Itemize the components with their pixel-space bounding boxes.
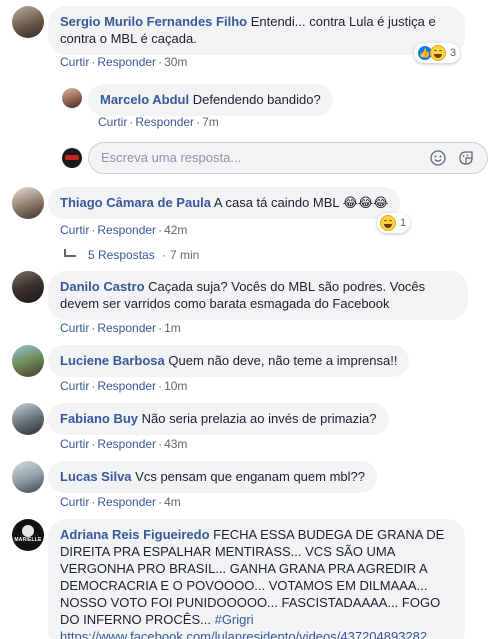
reply-input-box[interactable] <box>88 142 488 174</box>
comment-text: A casa tá caindo MBL <box>213 195 340 210</box>
comment-time[interactable]: 30m <box>164 55 187 69</box>
avatar-text: MARIELLE <box>14 537 42 543</box>
reply-link[interactable]: Responder <box>97 321 156 335</box>
comment-bubble: Adriana Reis Figueiredo FECHA ESSA BUDEG… <box>48 519 465 639</box>
comment-text: Não seria prelazia ao invés de primazia? <box>141 411 377 426</box>
comment-time[interactable]: 7m <box>202 115 219 129</box>
haha-reaction-icon <box>430 45 446 61</box>
comment-text: Vcs pensam que enganam quem mbl?? <box>135 469 365 484</box>
comment-actions: Curtir · Responder · 4m <box>60 495 181 509</box>
comment-actions: Curtir · Responder · 43m <box>60 437 188 451</box>
comment-author[interactable]: Marcelo Abdul <box>100 92 189 107</box>
like-link[interactable]: Curtir <box>60 495 89 509</box>
comment-bubble: Fabiano Buy Não seria prelazia ao invés … <box>48 403 389 435</box>
avatar[interactable] <box>12 6 44 38</box>
hashtag-link[interactable]: #Grigri <box>215 612 254 627</box>
comment-author[interactable]: Fabiano Buy <box>60 411 138 426</box>
comment-bubble: Sergio Murilo Fernandes Filho Entendi...… <box>48 6 465 55</box>
like-link[interactable]: Curtir <box>60 321 89 335</box>
reply-link[interactable]: Responder <box>135 115 194 129</box>
avatar[interactable] <box>12 271 44 303</box>
comment-time[interactable]: 1m <box>164 321 181 335</box>
comment-actions: Curtir · Responder · 1m <box>60 321 181 335</box>
like-link[interactable]: Curtir <box>60 437 89 451</box>
comment-actions: Curtir · Responder · 42m <box>60 223 188 237</box>
sticker-icon[interactable] <box>457 149 475 167</box>
comment-actions: Curtir · Responder · 30m <box>60 55 188 69</box>
reply-link[interactable]: Responder <box>97 437 156 451</box>
comment-text: Quem não deve, não teme a imprensa!! <box>168 353 398 368</box>
comment-time[interactable]: 4m <box>164 495 181 509</box>
reply-input[interactable] <box>101 150 401 165</box>
like-link[interactable]: Curtir <box>60 223 89 237</box>
replies-separator: · <box>162 248 166 262</box>
smiley-icon[interactable] <box>429 149 447 167</box>
avatar[interactable] <box>12 403 44 435</box>
like-link[interactable]: Curtir <box>98 115 127 129</box>
reactions-count: 3 <box>450 47 457 59</box>
comment-actions: Curtir · Responder · 10m <box>60 379 188 393</box>
comment-author[interactable]: Adriana Reis Figueiredo <box>60 527 210 542</box>
avatar[interactable] <box>12 187 44 219</box>
like-link[interactable]: Curtir <box>60 55 89 69</box>
like-link[interactable]: Curtir <box>60 379 89 393</box>
comment-bubble: Danilo Castro Caçada suja? Vocês do MBL … <box>48 271 468 320</box>
avatar[interactable] <box>12 345 44 377</box>
comment-author[interactable]: Luciene Barbosa <box>60 353 165 368</box>
reply-link[interactable]: Responder <box>97 55 156 69</box>
comment-bubble: Lucas Silva Vcs pensam que enganam quem … <box>48 461 377 493</box>
haha-reaction-icon <box>380 215 396 231</box>
reply-arrow-icon <box>64 249 76 257</box>
replies-count[interactable]: 5 Respostas <box>88 247 155 263</box>
reactions-count: 1 <box>400 217 407 229</box>
comment-author[interactable]: Sergio Murilo Fernandes Filho <box>60 14 247 29</box>
avatar[interactable] <box>62 88 82 108</box>
laughing-emoji-icon: 😂😂😂 <box>342 195 389 210</box>
comment-time[interactable]: 10m <box>164 379 187 393</box>
comment-author[interactable]: Lucas Silva <box>60 469 132 484</box>
comment-author[interactable]: Danilo Castro <box>60 279 145 294</box>
avatar[interactable]: MARIELLE <box>12 519 44 551</box>
comment-bubble: Marcelo Abdul Defendendo bandido? <box>88 84 333 116</box>
avatar-silhouette <box>22 525 34 537</box>
comment-author[interactable]: Thiago Câmara de Paula <box>60 195 211 210</box>
reactions-summary[interactable]: 👍 3 <box>414 43 461 63</box>
comment-actions: Curtir · Responder · 7m <box>98 115 219 129</box>
current-user-avatar <box>62 148 82 168</box>
comment-time[interactable]: 42m <box>164 223 187 237</box>
reactions-summary[interactable]: 1 <box>377 213 411 233</box>
comment-text: Defendendo bandido? <box>192 92 321 107</box>
replies-time: 7 min <box>170 248 200 262</box>
reply-link[interactable]: Responder <box>97 223 156 237</box>
reply-link[interactable]: Responder <box>97 379 156 393</box>
url-link[interactable]: https://www.facebook.com/lulapresidento/… <box>60 629 427 639</box>
comment-bubble: Thiago Câmara de Paula A casa tá caindo … <box>48 187 401 219</box>
avatar[interactable] <box>12 461 44 493</box>
reply-link[interactable]: Responder <box>97 495 156 509</box>
comment-bubble: Luciene Barbosa Quem não deve, não teme … <box>48 345 410 377</box>
comment-time[interactable]: 43m <box>164 437 187 451</box>
